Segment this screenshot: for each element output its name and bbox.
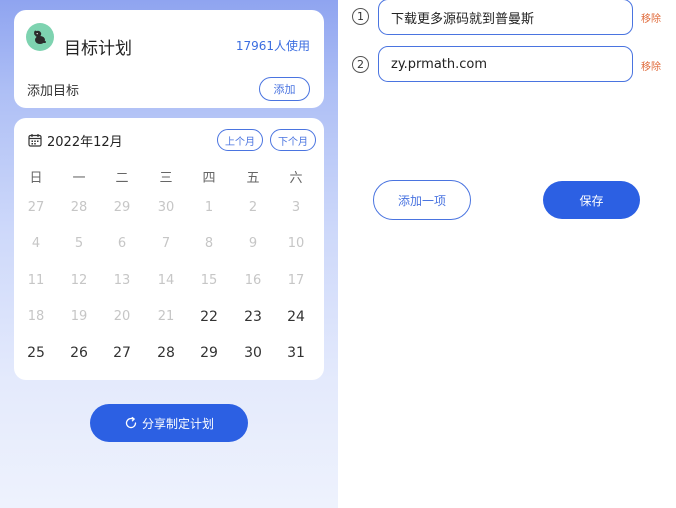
weekday-label: 五 <box>246 171 260 186</box>
share-plan-label: 分享制定计划 <box>141 416 214 431</box>
list-item: 1 移除 <box>338 0 676 35</box>
calendar-day: 10 <box>287 236 305 251</box>
add-goal-label: 添加目标 <box>27 84 80 99</box>
weekday-label: 六 <box>289 171 303 186</box>
calendar-day: 5 <box>74 236 84 251</box>
item-number-badge: 2 <box>352 56 369 73</box>
calendar-icon <box>28 134 42 147</box>
weekday-label: 二 <box>115 171 129 186</box>
weekday-label: 四 <box>202 171 216 186</box>
calendar-day[interactable]: 28 <box>151 345 181 361</box>
dog-avatar-icon <box>26 23 54 51</box>
calendar-day: 15 <box>200 273 218 288</box>
item-number-badge: 1 <box>352 8 369 25</box>
calendar-day: 1 <box>204 200 214 215</box>
user-count: 17961人使用 <box>235 39 310 53</box>
calendar-card: 2022年12月 上个月 下个月 日 一 二 三 四 五 六 27 28 29 30 1… <box>14 118 324 380</box>
calendar-day: 17 <box>287 273 305 288</box>
calendar-day[interactable]: 31 <box>281 345 311 361</box>
calendar-day: 13 <box>113 273 131 288</box>
calendar-day: 7 <box>161 236 171 251</box>
refresh-icon <box>125 416 137 429</box>
goal-plan-card: 目标计划 17961人使用 添加目标 添加 <box>14 10 324 108</box>
calendar-month-label: 2022年12月 <box>47 135 123 150</box>
calendar-day: 16 <box>244 273 262 288</box>
calendar-day[interactable]: 30 <box>238 345 268 361</box>
item-text-input[interactable] <box>378 46 633 82</box>
next-month-button[interactable]: 下个月 <box>270 129 316 151</box>
weekday-label: 三 <box>159 171 173 186</box>
calendar-day: 11 <box>27 273 45 288</box>
calendar-day: 28 <box>70 200 88 215</box>
plan-title: 目标计划 <box>64 39 132 59</box>
share-plan-button[interactable]: 分享制定计划 <box>90 404 248 442</box>
item-text-input[interactable] <box>378 0 633 35</box>
calendar-day: 9 <box>248 236 258 251</box>
list-item: 2 移除 <box>338 45 676 82</box>
calendar-day[interactable]: 29 <box>194 345 224 361</box>
right-panel: 1 移除 2 移除 添加一项 保存 <box>338 0 676 508</box>
weekday-label: 日 <box>29 171 43 186</box>
left-panel: 目标计划 17961人使用 添加目标 添加 2022年12月 上个月 下个月 日… <box>0 0 338 508</box>
calendar-day: 4 <box>31 236 41 251</box>
remove-item-button[interactable]: 移除 <box>641 58 661 73</box>
calendar-day: 30 <box>157 200 175 215</box>
calendar-day: 18 <box>27 309 45 324</box>
calendar-day[interactable]: 25 <box>21 345 51 361</box>
calendar-day: 14 <box>157 273 175 288</box>
calendar-day: 27 <box>27 200 45 215</box>
add-item-button[interactable]: 添加一项 <box>373 180 471 220</box>
add-goal-button[interactable]: 添加 <box>259 77 310 101</box>
calendar-day[interactable]: 22 <box>194 309 224 325</box>
calendar-day[interactable]: 26 <box>64 345 94 361</box>
calendar-day[interactable]: 24 <box>281 309 311 325</box>
calendar-day: 3 <box>291 200 301 215</box>
remove-item-button[interactable]: 移除 <box>641 10 661 25</box>
calendar-day[interactable]: 27 <box>107 345 137 361</box>
calendar-day: 29 <box>113 200 131 215</box>
calendar-day: 21 <box>157 309 175 324</box>
calendar-day[interactable]: 23 <box>238 309 268 325</box>
weekday-label: 一 <box>72 171 86 186</box>
calendar-day: 2 <box>248 200 258 215</box>
calendar-day: 20 <box>113 309 131 324</box>
calendar-day: 12 <box>70 273 88 288</box>
calendar-day: 8 <box>204 236 214 251</box>
calendar-day: 6 <box>117 236 127 251</box>
save-button[interactable]: 保存 <box>543 181 640 219</box>
calendar-day: 19 <box>70 309 88 324</box>
prev-month-button[interactable]: 上个月 <box>217 129 263 151</box>
